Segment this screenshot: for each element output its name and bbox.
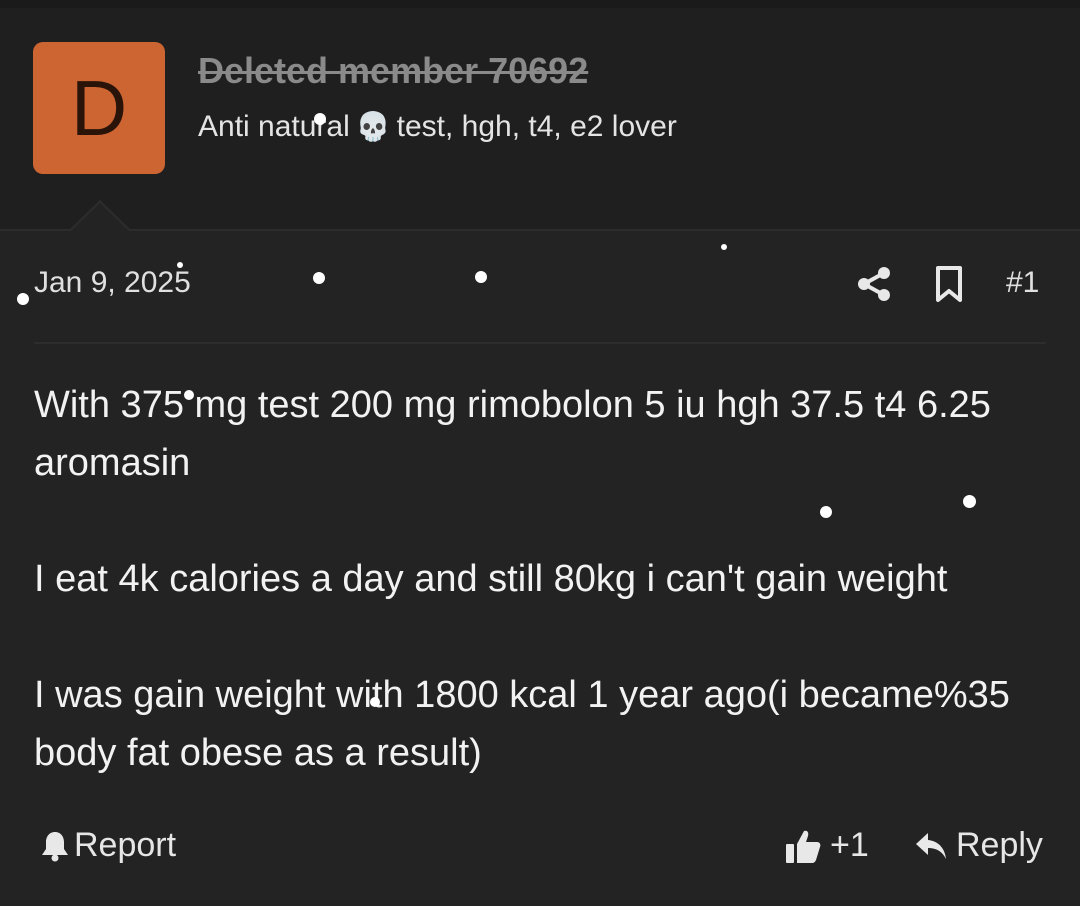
skull-icon: 💀 bbox=[355, 110, 391, 143]
top-edge bbox=[0, 0, 1080, 8]
share-icon[interactable] bbox=[857, 266, 891, 302]
like-count: +1 bbox=[830, 826, 869, 864]
snow-dot bbox=[721, 244, 727, 250]
bell-icon bbox=[42, 831, 68, 861]
message-paragraph: I was gain weight with 1800 kcal 1 year … bbox=[34, 674, 1010, 774]
snow-dot bbox=[17, 293, 29, 305]
reply-arrow-icon bbox=[916, 832, 946, 859]
username[interactable]: Deleted member 70692 bbox=[198, 50, 588, 92]
reply-button[interactable]: Reply bbox=[914, 826, 1043, 865]
snow-dot bbox=[475, 271, 487, 283]
bookmark-icon[interactable] bbox=[934, 265, 964, 303]
post-message: With 375 mg test 200 mg rimobolon 5 iu h… bbox=[34, 376, 1044, 782]
snow-dot bbox=[370, 697, 380, 707]
like-button[interactable]: +1 bbox=[784, 826, 869, 865]
post-date[interactable]: Jan 9, 2025 bbox=[34, 266, 191, 300]
snow-dot bbox=[177, 262, 183, 268]
user-title-suffix: test, hgh, t4, e2 lover bbox=[396, 110, 677, 143]
report-label: Report bbox=[74, 826, 177, 864]
snow-dot bbox=[820, 506, 832, 518]
header-pointer-fill bbox=[70, 203, 130, 232]
snow-dot bbox=[313, 272, 325, 284]
snow-dot bbox=[314, 113, 326, 125]
snow-dot bbox=[184, 390, 194, 400]
snow-dot bbox=[963, 495, 976, 508]
user-title-text: Anti natural bbox=[198, 110, 350, 143]
reply-label: Reply bbox=[956, 826, 1043, 864]
user-title: Anti natural 💀 test, hgh, t4, e2 lover bbox=[198, 110, 677, 144]
report-button[interactable]: Report bbox=[40, 826, 176, 865]
avatar-letter: D bbox=[70, 64, 128, 152]
divider bbox=[34, 342, 1046, 344]
message-paragraph: I eat 4k calories a day and still 80kg i… bbox=[34, 558, 948, 600]
avatar[interactable]: D bbox=[33, 42, 165, 174]
thumbs-up-icon bbox=[786, 830, 821, 863]
post-number[interactable]: #1 bbox=[1006, 266, 1039, 300]
